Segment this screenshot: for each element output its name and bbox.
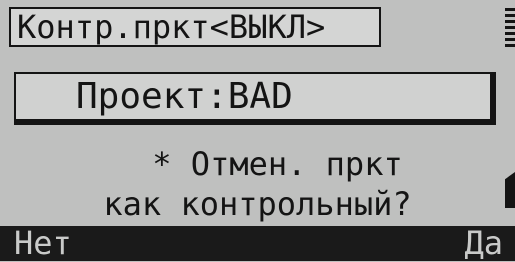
yes-button[interactable]: Да <box>464 226 503 261</box>
no-button[interactable]: Нет <box>14 226 72 261</box>
scroll-indicator-icon <box>505 8 515 48</box>
prompt-line-2: как контрольный? <box>103 185 412 223</box>
project-field: Проект:BAD <box>14 72 496 125</box>
screen-title-box: Контр.пркт<ВЫКЛ> <box>9 7 381 47</box>
prompt-line-1: * Отмен. пркт <box>152 145 403 183</box>
softkey-bar: Нет Да <box>0 226 515 261</box>
screen-title: Контр.пркт<ВЫКЛ> <box>17 8 326 46</box>
project-label: Проект:BAD <box>76 75 293 117</box>
